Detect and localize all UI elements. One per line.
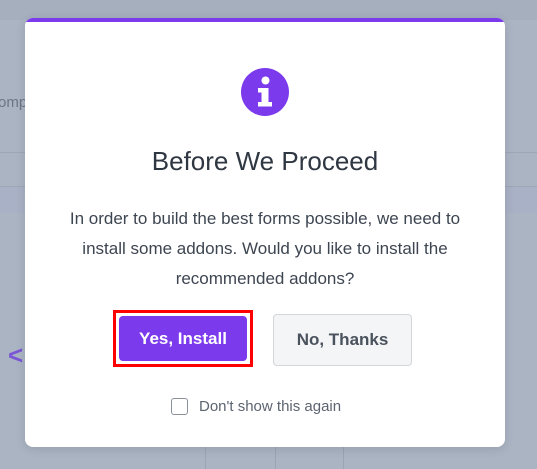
- background-divider: [275, 445, 276, 469]
- dont-show-again-label[interactable]: Don't show this again: [199, 398, 341, 415]
- background-divider: [343, 445, 344, 469]
- no-thanks-button[interactable]: No, Thanks: [273, 314, 412, 366]
- background-text-fragment: omp: [0, 94, 28, 111]
- background-divider: [205, 445, 206, 469]
- modal-accent-bar: [25, 18, 505, 22]
- modal-title: Before We Proceed: [151, 146, 379, 176]
- modal-message: In order to build the best forms possibl…: [69, 209, 461, 288]
- info-icon: [241, 68, 289, 116]
- yes-install-button[interactable]: Yes, Install: [119, 316, 247, 361]
- background-header: [0, 0, 537, 20]
- chevron-left-icon: <: [8, 340, 24, 370]
- dont-show-again-option[interactable]: Don't show this again: [171, 398, 341, 415]
- dont-show-again-checkbox[interactable]: [171, 398, 188, 415]
- addons-modal: Before We Proceed In order to build the …: [25, 18, 505, 447]
